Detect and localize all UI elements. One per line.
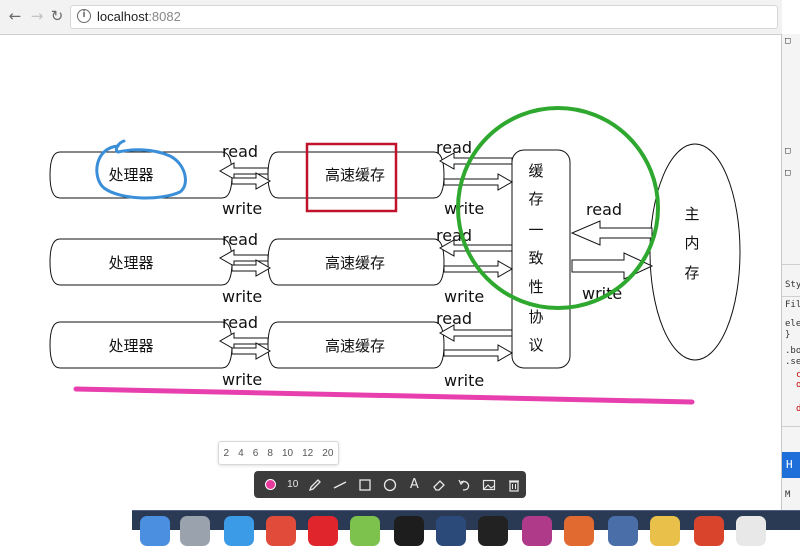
pencil-icon[interactable] (303, 471, 328, 498)
write-arrow-3 (231, 342, 272, 360)
cache-label-1: 高速缓存 (325, 166, 385, 184)
cache-label-2: 高速缓存 (325, 254, 385, 272)
app-icon-2[interactable] (308, 516, 338, 546)
devtools-device-icon[interactable]: □ (785, 168, 790, 178)
size-readout[interactable]: 10 (283, 471, 303, 498)
main-memory-ellipse: 主 内 存 (649, 143, 741, 361)
protocol-read-label-2: read (436, 226, 472, 245)
protocol-write-label-2: write (444, 287, 484, 306)
pen-size-option[interactable]: 2 (224, 448, 230, 459)
color-picker-button[interactable] (258, 471, 283, 498)
devtools-styles-tab[interactable]: Sty (785, 280, 800, 290)
cache-label-3: 高速缓存 (325, 337, 385, 355)
annotation-toolbar: 10 A (254, 471, 526, 498)
protocol-memory-arrows (570, 220, 654, 280)
cache-protocol-arrows (438, 152, 514, 362)
coherence-char-7: 议 (528, 336, 543, 354)
app-icon-7[interactable] (650, 516, 680, 546)
cache-box-2: 高速缓存 (267, 238, 445, 286)
app-icon-6[interactable] (608, 516, 638, 546)
memory-char-2: 内 (684, 234, 699, 252)
dock (132, 510, 800, 546)
devtools-line-3: .bo (785, 346, 800, 356)
processor-label-2: 处理器 (108, 254, 153, 272)
devtools-line-4: .se (785, 357, 800, 367)
protocol-write-label-1: write (444, 199, 484, 218)
protocol-read-label-1: read (436, 138, 472, 157)
undo-icon[interactable] (452, 471, 477, 498)
pen-size-option[interactable]: 6 (253, 448, 259, 459)
color-dot-icon (264, 479, 276, 490)
pen-size-option[interactable]: 10 (282, 448, 293, 459)
pen-size-option[interactable]: 8 (267, 448, 273, 459)
devtools-element-icon[interactable]: □ (785, 146, 790, 156)
memory-char-3: 存 (684, 264, 699, 282)
trash-icon[interactable] (501, 471, 526, 498)
line-icon[interactable] (327, 471, 352, 498)
appstore-app-icon[interactable] (224, 516, 254, 546)
qq-app-icon[interactable] (394, 516, 424, 546)
protocol-write-arrow-1 (443, 173, 514, 191)
coherence-char-5: 性 (528, 278, 543, 296)
write-label-3: write (222, 370, 262, 389)
devtools-red-marks: c (796, 370, 800, 380)
memory-read-arrow (570, 220, 653, 246)
image-icon[interactable] (476, 471, 501, 498)
memory-model-diagram: 处理器 处理器 处理器 高速缓存 高速缓存 高速缓存 缓 存 一 致 性 协 议… (49, 106, 741, 405)
launchpad-app-icon[interactable] (180, 516, 210, 546)
app-icon-5[interactable] (564, 516, 594, 546)
circle-icon[interactable] (377, 471, 402, 498)
app-icon-3[interactable] (436, 516, 466, 546)
terminal-app-icon[interactable] (478, 516, 508, 546)
devtools-line-m: M (785, 490, 791, 500)
devtools-line-1: ele (785, 319, 800, 329)
devtools-red-marks-3: d (796, 404, 800, 414)
coherence-char-1: 缓 (528, 162, 543, 180)
cache-box-1: 高速缓存 (267, 151, 445, 199)
coherence-char-3: 一 (528, 221, 543, 239)
protocol-write-label-3: write (444, 371, 484, 390)
read-label-3: read (222, 313, 258, 332)
devtools-panel-tab[interactable]: H (782, 452, 800, 478)
processor-box-3: 处理器 (49, 321, 233, 369)
pen-size-picker: 2 4 6 8 10 12 20 (218, 441, 339, 465)
coherence-char-6: 协 (528, 308, 543, 326)
read-label-1: read (222, 142, 258, 161)
coherence-protocol-box: 缓 存 一 致 性 协 议 (511, 149, 571, 369)
eraser-icon[interactable] (427, 471, 452, 498)
devtools-filter[interactable]: Filte (785, 300, 800, 310)
pen-size-option[interactable]: 12 (302, 448, 313, 459)
cache-box-3: 高速缓存 (267, 321, 445, 369)
write-arrow-2 (231, 259, 272, 277)
protocol-read-label-3: read (436, 309, 472, 328)
rectangle-icon[interactable] (352, 471, 377, 498)
processor-label-3: 处理器 (108, 337, 153, 355)
memory-read-label: read (586, 200, 622, 219)
chrome-app-icon[interactable] (694, 516, 724, 546)
pink-line-annotation (73, 386, 695, 405)
read-label-2: read (222, 230, 258, 249)
devtools-panel: □ □ □ Sty Filte ele } .bo .se c o d H M (781, 34, 800, 514)
app-icon-8[interactable] (736, 516, 766, 546)
devtools-inspect-icon[interactable]: □ (785, 36, 790, 46)
processor-box-1: 处理器 (49, 151, 233, 199)
memory-char-1: 主 (684, 205, 699, 223)
pen-size-option[interactable]: 4 (238, 448, 244, 459)
text-icon[interactable]: A (402, 471, 427, 498)
write-label-2: write (222, 287, 262, 306)
coherence-char-2: 存 (528, 190, 543, 208)
pen-size-option[interactable]: 20 (322, 448, 333, 459)
write-arrow-1 (231, 172, 272, 190)
coherence-char-4: 致 (528, 249, 543, 267)
wechat-app-icon[interactable] (350, 516, 380, 546)
write-label-1: write (222, 199, 262, 218)
devtools-red-marks-2: o (796, 380, 800, 390)
processor-label-1: 处理器 (108, 166, 153, 184)
finder-app-icon[interactable] (140, 516, 170, 546)
app-icon-4[interactable] (522, 516, 552, 546)
protocol-write-arrow-3 (443, 344, 514, 362)
app-icon-1[interactable] (266, 516, 296, 546)
devtools-line-2: } (785, 330, 791, 340)
processor-box-2: 处理器 (49, 238, 233, 286)
